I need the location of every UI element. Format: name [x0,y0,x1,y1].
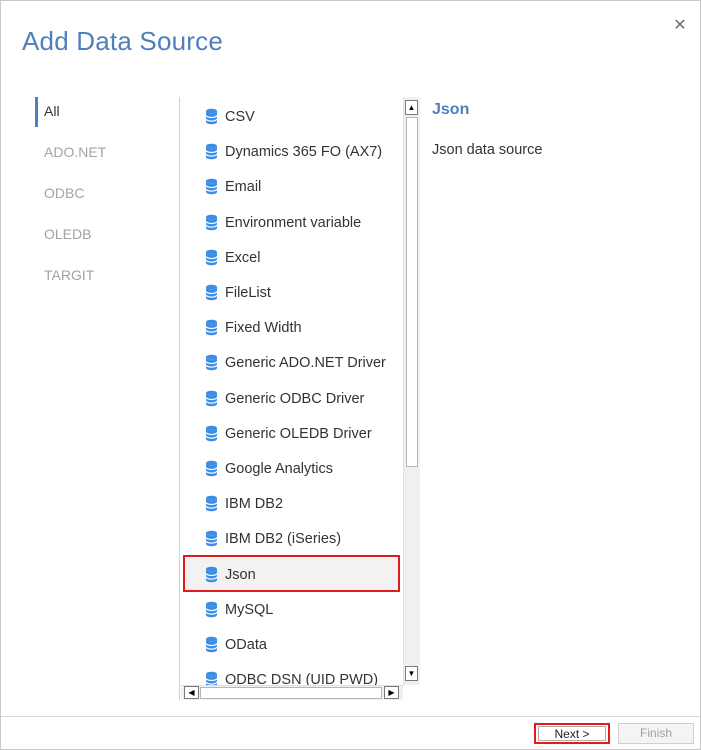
source-item[interactable]: Generic OLEDB Driver [183,417,399,450]
source-item[interactable]: Email [183,170,399,203]
source-item-label: FileList [225,285,271,301]
scroll-up-icon[interactable]: ▲ [405,100,418,115]
close-icon[interactable]: ✕ [669,15,691,37]
source-item-label: Excel [225,249,261,266]
detail-title: Json [432,101,470,118]
database-icon [205,284,218,301]
source-item[interactable]: CSV [183,100,399,133]
category-targit[interactable]: TARGIT [35,265,165,306]
source-item-label: Generic ODBC Driver [225,390,365,407]
database-icon [205,601,218,618]
source-item-label: IBM DB2 (iSeries) [225,531,342,548]
add-data-source-dialog: Add Data Source ✕ All ADO.NET ODBC OLEDB… [0,0,701,750]
source-item[interactable]: Fixed Width [183,311,399,344]
next-button-label: Next > [538,726,606,741]
database-icon [205,178,218,195]
category-ado-net[interactable]: ADO.NET [35,142,165,183]
source-item-label: IBM DB2 [225,496,284,513]
detail-description: Json data source [432,142,543,158]
database-icon [205,460,218,477]
source-item-label: Google Analytics [225,461,334,477]
source-item[interactable]: Google Analytics [183,452,399,485]
database-icon [205,143,218,160]
category-odbc[interactable]: ODBC [35,183,165,224]
finish-button[interactable]: Finish [618,723,694,744]
database-icon [205,425,218,442]
horizontal-scroll-thumb[interactable] [200,687,382,699]
horizontal-scrollbar[interactable]: ◀ ▶ [181,685,403,700]
database-icon [205,214,218,231]
scroll-right-icon[interactable]: ▶ [384,686,399,699]
source-list-panel: CSV Dynamics 365 FO (AX7) Email Environment… [181,97,420,700]
scroll-left-icon[interactable]: ◀ [184,686,199,699]
footer-divider [1,716,700,717]
source-item-label: Generic ADO.NET Driver [225,355,386,372]
source-item[interactable]: Excel [183,241,399,274]
database-icon [205,495,218,512]
source-item[interactable]: Generic ODBC Driver [183,382,399,415]
source-item[interactable]: IBM DB2 (iSeries) [183,522,399,555]
source-item[interactable]: IBM DB2 [183,487,399,520]
category-oledb[interactable]: OLEDB [35,224,165,265]
category-list: All ADO.NET ODBC OLEDB TARGIT [35,97,165,306]
panel-divider [179,97,180,700]
database-icon [205,249,218,266]
database-icon [205,390,218,407]
next-button[interactable]: Next > [534,723,610,744]
source-item-label: ODBC DSN (UID PWD) [225,672,379,685]
source-item[interactable]: FileList [183,276,399,309]
source-item-label: Environment variable [225,214,362,231]
database-icon [205,530,218,547]
source-list: CSV Dynamics 365 FO (AX7) Email Environment… [181,97,403,685]
json-highlight-box [183,555,400,592]
source-item-label: Email [225,179,262,196]
source-item-label: Dynamics 365 FO (AX7) [225,144,383,161]
source-item-label: Fixed Width [225,320,302,337]
dialog-title: Add Data Source [22,26,224,56]
source-item-label: MySQL [225,601,274,618]
category-all[interactable]: All [35,97,165,142]
source-item[interactable]: Environment variable [183,206,399,239]
database-icon [205,636,218,653]
source-item[interactable]: Dynamics 365 FO (AX7) [183,135,399,168]
vertical-scrollbar[interactable]: ▲ ▼ [403,97,420,685]
database-icon [205,354,218,371]
source-item[interactable]: ODBC DSN (UID PWD) [183,663,399,685]
scroll-down-icon[interactable]: ▼ [405,666,418,681]
source-item-label: CSV [225,109,255,125]
database-icon [205,108,218,125]
source-item[interactable]: MySQL [183,593,399,626]
source-item[interactable]: Generic ADO.NET Driver [183,346,399,379]
source-item-label: Generic OLEDB Driver [225,425,372,442]
source-item[interactable]: OData [183,628,399,661]
database-icon [205,319,218,336]
vertical-scroll-thumb[interactable] [406,117,418,467]
database-icon [205,671,218,685]
source-item-label: OData [225,637,267,653]
